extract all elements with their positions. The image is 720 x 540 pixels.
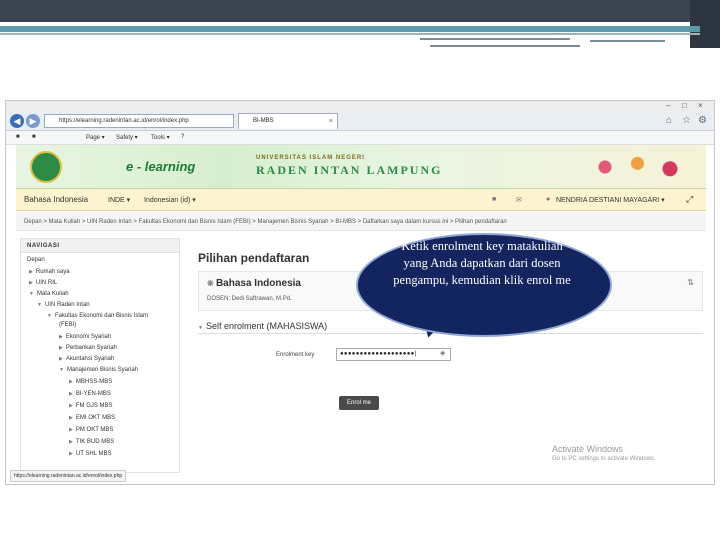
nav-item-uin-raden-intan[interactable]: ▼ UIN Raden Intan xyxy=(37,302,90,308)
slide-corner-block xyxy=(690,0,720,48)
help-menu[interactable]: ? xyxy=(181,134,184,140)
enrolment-key-input[interactable]: ●●●●●●●●●●●●●●●●●●●| xyxy=(336,348,451,361)
callout-text: Ketik enrolment key matakuliah yang Anda… xyxy=(393,239,571,287)
collapse-arrows-icon[interactable]: ⤢ xyxy=(686,194,693,205)
forward-arrow-icon[interactable]: ▶ xyxy=(26,114,40,128)
close-window-button[interactable]: × xyxy=(698,101,703,110)
course-teacher: DOSEN: Dedi Saftrawan, M.Pd. xyxy=(207,296,292,302)
activate-windows-title: Activate Windows xyxy=(552,444,624,454)
tools-menu[interactable]: Tools ▾ xyxy=(151,134,170,141)
status-bar-url: https://elearning.radenintan.ac.id/enrol… xyxy=(10,470,127,482)
window-titlebar: – □ × xyxy=(6,101,714,111)
command-bar: ■ ■ Page ▾ Safety ▾ Tools ▾ ? xyxy=(6,131,714,145)
nav-item-course[interactable]: ▶ MBHSS-MBS xyxy=(69,379,112,385)
address-bar[interactable]: https://elearning.radenintan.ac.id/enrol… xyxy=(44,114,234,128)
gear-icon[interactable]: ⚙ xyxy=(698,115,707,126)
site-banner: e - learning UNIVERSITAS ISLAM NEGERI RA… xyxy=(16,145,706,189)
language-select[interactable]: Indonesian (id) ▾ xyxy=(144,196,196,204)
slide-stripe xyxy=(0,26,700,32)
page-title: Pilihan pendaftaran xyxy=(198,251,310,265)
maximize-button[interactable]: □ xyxy=(682,101,687,110)
tab-bi-mbs[interactable]: BI-MBS × xyxy=(238,113,338,129)
nav-item-akuntansi-syariah[interactable]: ▶ Akuntansi Syariah xyxy=(59,356,114,362)
toolbar-icon[interactable]: ■ xyxy=(16,134,20,140)
breadcrumb[interactable]: Depan > Mata Kuliah > UIN Raden Intan > … xyxy=(16,213,706,231)
nav-item-ekonomi-syariah[interactable]: ▶ Ekonomi Syariah xyxy=(59,334,111,340)
reveal-password-icon[interactable]: ◈ xyxy=(440,349,445,357)
nav-item-febi[interactable]: ▼ Fakultas Ekonomi dan Bisnis Islam xyxy=(47,313,148,319)
nav-item-course[interactable]: ▶ TIK BUD MBS xyxy=(69,439,114,445)
notification-icon[interactable]: ■ xyxy=(492,196,496,203)
activate-windows-subtitle: Go to PC settings to activate Windows. xyxy=(552,456,656,462)
navigation-block: NAVIGASI Depan ▶ Rumah saya ▶ UIN RIL ▼ Mat… xyxy=(20,238,180,473)
elearning-logo: e - learning xyxy=(126,159,196,174)
site-menubar: Bahasa Indonesia INDE ▾ Indonesian (id) … xyxy=(16,189,706,211)
flower-decoration xyxy=(566,149,696,185)
slide-deco-line xyxy=(430,45,580,47)
enrolment-key-label: Enrolment key xyxy=(276,352,315,358)
minimize-button[interactable]: – xyxy=(666,101,670,110)
section-title[interactable]: ▼ Self enrolment (MAHASISWA) xyxy=(198,321,327,331)
home-icon[interactable]: ⌂ xyxy=(666,115,672,126)
nav-item-febi-abbr[interactable]: (FEBI) xyxy=(59,322,76,328)
course-icon: ⇅ xyxy=(687,278,694,287)
nav-item-home[interactable]: Depan xyxy=(27,257,45,263)
nav-item-course[interactable]: ▶ UT SHL MBS xyxy=(69,451,112,457)
university-subtitle: UNIVERSITAS ISLAM NEGERI xyxy=(256,155,365,161)
menu-dropdown[interactable]: INDE ▾ xyxy=(108,196,130,204)
user-menu[interactable]: NENDRIA DESTIANI MAYAGARI ▾ xyxy=(556,196,665,204)
slide-deco-line xyxy=(420,38,570,40)
university-logo xyxy=(30,151,62,183)
nav-item-course[interactable]: ▶ PM OKT MBS xyxy=(69,427,113,433)
toolbar-icon[interactable]: ■ xyxy=(32,134,36,140)
safety-menu[interactable]: Safety ▾ xyxy=(116,134,138,141)
tab-title: BI-MBS xyxy=(253,118,274,124)
enrol-me-button[interactable]: Enrol me xyxy=(339,396,379,410)
nav-item-course[interactable]: ▶ EMI OKT MBS xyxy=(69,415,115,421)
nav-item-dashboard[interactable]: ▶ Rumah saya xyxy=(29,269,70,275)
address-row: ◀ ▶ https://elearning.radenintan.ac.id/e… xyxy=(6,111,714,131)
slide-top-bar xyxy=(0,0,720,22)
university-title: RADEN INTAN LAMPUNG xyxy=(256,163,443,177)
nav-item-perbankan-syariah[interactable]: ▶ Perbankan Syariah xyxy=(59,345,117,351)
avatar[interactable]: ● xyxy=(546,196,550,203)
back-arrow-icon[interactable]: ◀ xyxy=(10,114,24,128)
nav-item-course[interactable]: ▶ BI-YEN-MBS xyxy=(69,391,111,397)
tab-close-icon[interactable]: × xyxy=(329,114,333,129)
star-icon[interactable]: ☆ xyxy=(682,115,691,126)
page-menu[interactable]: Page ▾ xyxy=(86,134,105,141)
nav-item-uin-ril[interactable]: ▶ UIN RIL xyxy=(29,280,57,286)
slide-stripe-thin xyxy=(0,33,700,35)
nav-item-manajemen-bisnis-syariah[interactable]: ▼ Manajemen Bisnis Syariah xyxy=(59,367,138,373)
slide-deco-line xyxy=(590,40,665,42)
site-language-label[interactable]: Bahasa Indonesia xyxy=(24,195,88,204)
course-name[interactable]: ❋ Bahasa Indonesia xyxy=(207,278,301,289)
nav-item-courses[interactable]: ▼ Mata Kuliah xyxy=(29,291,69,297)
message-icon[interactable]: ✉ xyxy=(516,196,522,204)
nav-item-course[interactable]: ▶ FM GJS MBS xyxy=(69,403,113,409)
navigation-title: NAVIGASI xyxy=(21,239,179,253)
